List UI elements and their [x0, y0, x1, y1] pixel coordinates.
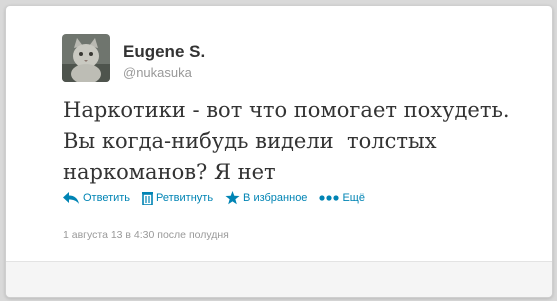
- star-icon: [225, 191, 240, 205]
- tweet-card: Eugene S. @nukasuka Наркотики - вот что …: [5, 5, 553, 298]
- tweet-timestamp[interactable]: 1 августа 13 в 4:30 после полудня: [63, 229, 229, 241]
- more-label: Ещё: [342, 192, 365, 204]
- reply-button[interactable]: Ответить: [63, 191, 130, 205]
- user-display-name[interactable]: Eugene S.: [123, 42, 205, 62]
- avatar-cat-image: [62, 34, 110, 82]
- retweet-label: Ретвитнуть: [156, 192, 214, 204]
- favorite-label: В избранное: [243, 192, 308, 204]
- favorite-button[interactable]: В избранное: [225, 191, 307, 205]
- reply-label: Ответить: [83, 192, 131, 204]
- card-footer: [6, 261, 552, 297]
- retweet-button[interactable]: Ретвитнуть: [142, 191, 214, 206]
- avatar[interactable]: [62, 34, 110, 82]
- user-handle[interactable]: @nukasuka: [123, 65, 192, 80]
- more-button[interactable]: Ещё: [319, 191, 365, 205]
- more-dots-icon: [319, 191, 340, 205]
- tweet-text: Наркотики - вот что помогает похудеть. В…: [63, 98, 510, 184]
- retweet-icon: [142, 191, 154, 206]
- reply-icon: [63, 191, 80, 205]
- tweet-actions: Ответить Ретвитнуть В избранное Ещё: [63, 191, 377, 206]
